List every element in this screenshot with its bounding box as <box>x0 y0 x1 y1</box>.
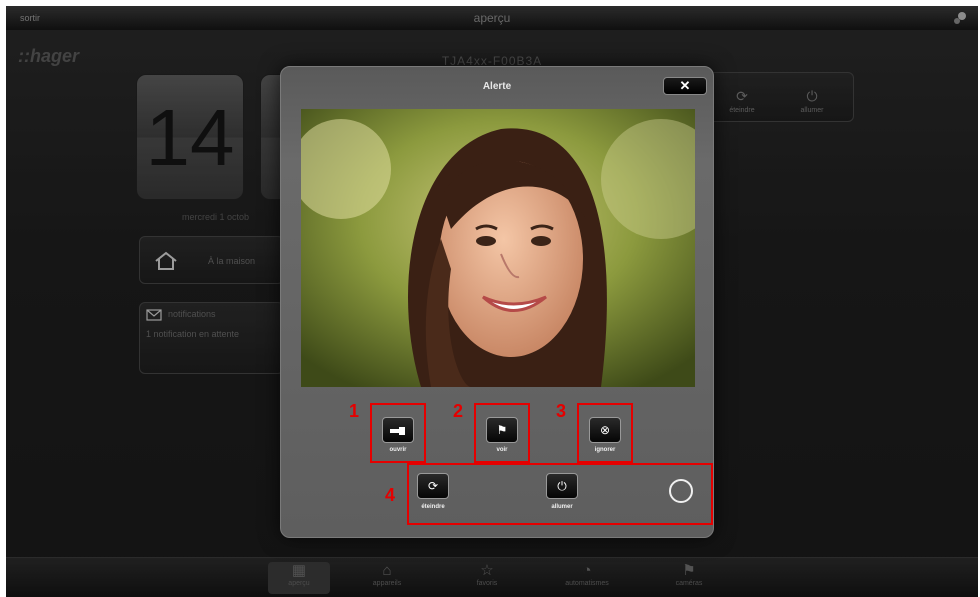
annotation-1: 1 <box>349 401 360 421</box>
open-door-button[interactable] <box>382 417 414 443</box>
switch-on-button[interactable]: ⏻ <box>546 473 578 499</box>
open-door-label: ouvrir <box>389 447 407 453</box>
switch-off-label: éteindre <box>421 504 445 510</box>
camera-video-feed <box>301 109 695 387</box>
power-icon: ⏻ <box>557 479 567 493</box>
annotation-4: 4 <box>385 485 396 505</box>
ignore-button[interactable]: ⊗ <box>589 417 621 443</box>
flag-icon: ⚑ <box>496 423 508 437</box>
refresh-icon: ⟳ <box>427 479 439 493</box>
tablet-screen: sortir aperçu ::hager TJA4xx-F00B3A 14 0… <box>6 6 978 597</box>
view-label: voir <box>496 447 508 453</box>
status-circle[interactable] <box>669 479 693 503</box>
annotation-3: 3 <box>556 401 567 421</box>
dialog-title: Alerte <box>482 81 512 92</box>
key-icon <box>390 427 405 435</box>
annotation-2: 2 <box>453 401 464 421</box>
visitor-image <box>301 109 695 387</box>
alert-dialog: Alerte ✕ 1 2 3 4 ouvrir ⚑ voir ⊗ ignorer… <box>280 66 714 538</box>
switch-on-label: allumer <box>551 504 573 510</box>
switch-off-button[interactable]: ⟳ <box>417 473 449 499</box>
view-button[interactable]: ⚑ <box>486 417 518 443</box>
close-button[interactable]: ✕ <box>663 77 707 95</box>
ignore-label: ignorer <box>594 447 616 453</box>
cancel-icon: ⊗ <box>599 423 611 437</box>
